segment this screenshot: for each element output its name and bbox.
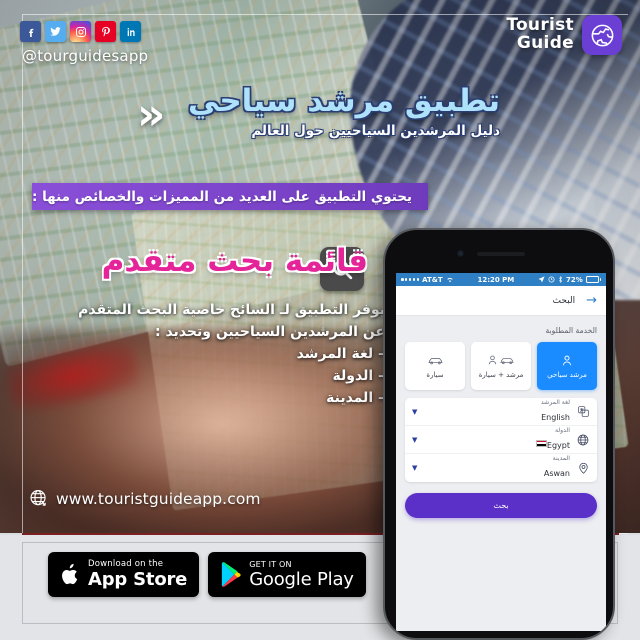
form-row-country-label: الدولة [554,426,570,434]
form-row-city-values: المدينة Aswan [424,455,576,481]
feature-description-line-1: يوفر التطبيق لـ السائح خاصية البحث المتق… [78,302,385,318]
brand-text: Tourist Guide [506,16,574,53]
feature-bullet-language: – لغة المرشد [296,346,385,363]
app-store-big-text: App Store [88,568,188,590]
linkedin-icon[interactable] [120,21,141,42]
hero-title: تطبيق مرشد سياحي [187,83,500,119]
phone-mockup: AT&T 12:20 PM 72% البحث → الخدمة المطلوب… [383,228,615,640]
google-play-small-text: GET IT ON [249,559,292,569]
form-row-city-value: Aswan [543,469,570,479]
arrow-right-icon[interactable]: → [586,294,597,307]
status-bar: AT&T 12:20 PM 72% [396,273,606,286]
translate-icon [576,406,590,417]
battery-percent: 72% [566,275,583,284]
carrier-label: AT&T [422,275,443,284]
form-row-country-value: Egypt [546,440,570,450]
service-option-guide-and-car[interactable]: مرشد + سيارة [471,342,531,390]
wifi-icon [447,277,453,283]
search-form-card: ▼ لغة المرشد English ▼ الدولة Egypt ▼ ال… [405,398,597,482]
app-store-small-text: Download on the [88,559,164,570]
phone-screen: AT&T 12:20 PM 72% البحث → الخدمة المطلوب… [396,273,606,631]
camera-icon [457,250,464,257]
chevron-right-icon: » [137,89,165,140]
feature-description: يوفر التطبيق لـ السائح خاصية البحث المتق… [55,300,385,409]
features-banner-text: يحتوي التطبيق على العديد من المميزات وال… [32,188,412,205]
globe-app-icon [582,15,622,55]
car-guide-icon [488,353,515,367]
app-store-badge[interactable]: Download on the App Store [48,552,200,597]
features-banner: يحتوي التطبيق على العديد من المميزات وال… [32,183,428,210]
location-arrow-icon [538,276,545,283]
hero-title-block: تطبيق مرشد سياحي دليل المرشدين السياحيين… [188,82,500,139]
status-bar-right: 72% [538,276,601,284]
map-pin-icon [576,462,590,474]
form-row-city[interactable]: ▼ المدينة Aswan [405,454,597,482]
google-play-icon [222,562,241,587]
nav-title: البحث [552,295,576,306]
section-label-service: الخدمة المطلوبة [545,326,597,335]
service-option-car-label: سيارة [426,371,444,379]
twitter-icon[interactable] [45,21,66,42]
signal-dots-icon [401,278,420,281]
feature-bullet-country: – الدولة [332,368,385,385]
feature-description-line-2: عن المرشدين السياحيين وتحديد : [155,323,385,340]
status-time: 12:20 PM [477,275,515,284]
pinterest-icon[interactable] [95,21,116,42]
bluetooth-icon [559,276,563,283]
status-bar-left: AT&T [401,276,454,284]
chevron-down-icon[interactable]: ▼ [412,464,424,472]
search-button[interactable]: بحث [405,493,597,518]
globe-icon [30,490,46,506]
hero-subtitle: دليل المرشدين السياحيين حول العالم [251,122,500,139]
social-handle: @tourguidesapp [22,47,149,65]
speaker-grille [477,252,525,256]
globe-icon [576,434,590,446]
service-option-car[interactable]: سيارة [405,342,465,390]
website-url[interactable]: www.touristguideapp.com [56,490,261,508]
app-screen-body: الخدمة المطلوبة سيارة مرشد + سيارة مرشد … [396,316,606,518]
poster-canvas: @tourguidesapp Tourist Guide » تطبيق مرش… [0,0,640,640]
google-play-text: GET IT ON Google Play [249,559,354,590]
form-row-country-values: الدولة Egypt [424,427,576,453]
brand-logo: Tourist Guide [506,15,622,55]
battery-icon [585,276,601,283]
chevron-down-icon[interactable]: ▼ [412,408,424,416]
search-button-label: بحث [493,501,509,510]
egypt-flag-icon [535,439,547,448]
form-row-language-values: لغة المرشد English [424,399,576,425]
service-option-tour-guide[interactable]: مرشد سياحي [537,342,597,390]
app-store-text: Download on the App Store [88,560,187,589]
feature-heading: قائمة بحث متقدم [101,243,368,279]
brand-line-2: Guide [516,33,574,53]
service-option-tour-guide-label: مرشد سياحي [547,371,587,379]
form-row-language-label: لغة المرشد [540,398,570,406]
social-icons-bar [20,21,141,42]
feature-bullets: – لغة المرشد – الدولة – المدينة [55,344,385,409]
phone-top-bezel [385,230,613,273]
form-row-language[interactable]: ▼ لغة المرشد English [405,398,597,426]
apple-icon [62,563,78,584]
chevron-down-icon[interactable]: ▼ [412,436,424,444]
app-nav-bar: البحث → [396,286,606,316]
google-play-badge[interactable]: GET IT ON Google Play [208,552,366,597]
car-icon [427,353,444,367]
form-row-city-label: المدينة [552,455,570,463]
service-option-guide-and-car-label: مرشد + سيارة [478,371,524,379]
website-line: www.touristguideapp.com [28,488,261,509]
google-play-big-text: Google Play [249,568,354,590]
store-badges: Download on the App Store GET IT ON Goog… [48,552,366,597]
service-selector: سيارة مرشد + سيارة مرشد سياحي [405,342,597,390]
alarm-icon [548,276,555,283]
instagram-icon[interactable] [70,21,91,42]
form-row-language-value: English [541,412,570,422]
feature-bullet-city: – المدينة [326,389,385,406]
guide-icon [562,353,572,367]
form-row-country[interactable]: ▼ الدولة Egypt [405,426,597,454]
facebook-icon[interactable] [20,21,41,42]
